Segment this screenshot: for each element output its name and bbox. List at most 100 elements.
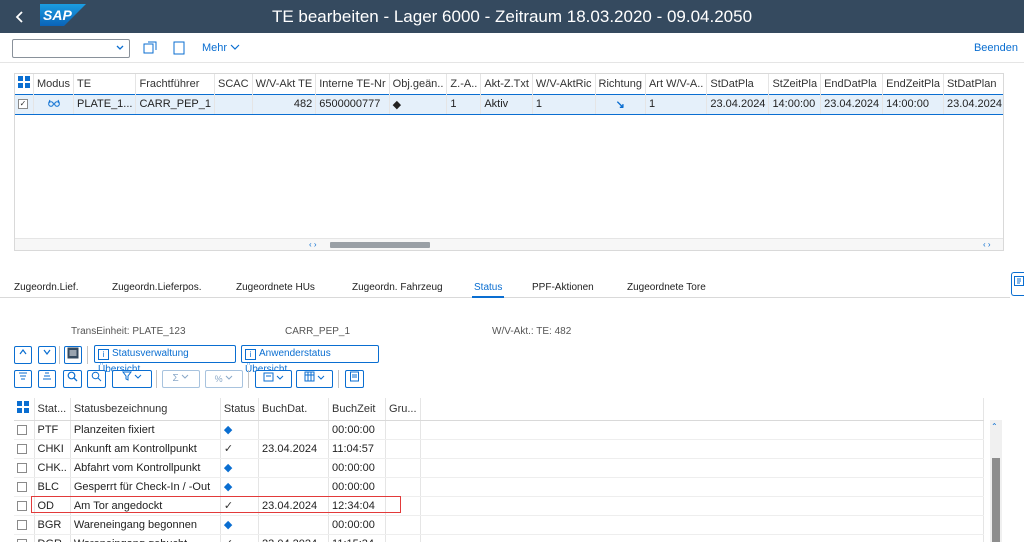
- table-row[interactable]: PTF Planzeiten fixiert ◆ 00:00:00: [14, 420, 984, 440]
- tab-ppf-actions[interactable]: PPF-Aktionen: [532, 282, 594, 293]
- find-next-button[interactable]: [87, 370, 106, 388]
- horizontal-scrollbar[interactable]: ‹ › ‹ ›: [15, 238, 1003, 250]
- chevron-down-icon: [318, 375, 325, 380]
- wv-aktric-cell: 1: [532, 93, 596, 115]
- table-row[interactable]: ✓ PLATE_1... CARR_PEP_1 482 6500000777 ◆…: [15, 93, 1003, 115]
- col-header[interactable]: StDatPlan: [943, 74, 1003, 94]
- table-row[interactable]: CHK.. Abfahrt vom Kontrollpunkt ◆ 00:00:…: [14, 458, 984, 478]
- tab-assigned-doors[interactable]: Zugeordnete Tore: [627, 282, 706, 293]
- col-header[interactable]: W/V-AktRic: [532, 74, 596, 94]
- move-up-button[interactable]: [14, 346, 32, 364]
- back-button[interactable]: [0, 0, 40, 33]
- sort-descending-button[interactable]: [38, 370, 56, 388]
- glasses-icon: [47, 99, 60, 107]
- col-header[interactable]: EndZeitPla: [882, 74, 944, 94]
- row-checkbox[interactable]: ✓: [18, 99, 28, 110]
- col-header[interactable]: Akt-Z.Txt: [480, 74, 533, 94]
- col-header[interactable]: Status: [220, 398, 260, 421]
- side-panel-toggle[interactable]: [1011, 272, 1024, 296]
- page-title: TE bearbeiten - Lager 6000 - Zeitraum 18…: [271, 7, 753, 26]
- col-header[interactable]: EndDatPla: [820, 74, 884, 94]
- row-checkbox[interactable]: [17, 481, 27, 492]
- table-row[interactable]: CHKI Ankunft am Kontrollpunkt ✓ 23.04.20…: [14, 439, 984, 459]
- col-header[interactable]: Stat...: [34, 398, 71, 421]
- tab-assigned-deliveries[interactable]: Zugeordn.Lief.: [14, 282, 79, 293]
- scrollbar-thumb[interactable]: [330, 242, 430, 248]
- tab-status[interactable]: Status: [471, 282, 505, 298]
- find-button[interactable]: [63, 370, 82, 388]
- exit-button[interactable]: Beenden: [974, 42, 1018, 54]
- col-header[interactable]: StZeitPla: [768, 74, 822, 94]
- subtotal-icon: %: [214, 374, 223, 384]
- col-header[interactable]: BuchZeit: [328, 398, 387, 421]
- posting-time-cell: 00:00:00: [328, 420, 387, 440]
- move-down-button[interactable]: [38, 346, 56, 364]
- command-select[interactable]: [12, 39, 130, 58]
- col-header[interactable]: W/V-Akt TE: [252, 74, 317, 94]
- table-row[interactable]: DGR Wareneingang gebucht ✓ 23.04.2024 11…: [14, 534, 984, 542]
- new-document-icon[interactable]: [172, 41, 186, 55]
- sum-button[interactable]: Σ: [162, 370, 200, 388]
- tab-assigned-hus[interactable]: Zugeordnete HUs: [236, 282, 315, 293]
- col-header[interactable]: StDatPla: [706, 74, 770, 94]
- col-header[interactable]: Statusbezeichnung: [70, 398, 221, 421]
- layout-settings-icon[interactable]: [14, 398, 35, 421]
- col-header[interactable]: Modus: [33, 74, 75, 94]
- col-header[interactable]: Frachtführer: [135, 74, 216, 94]
- status-desc-cell: Planzeiten fixiert: [70, 420, 221, 440]
- scroll-up-icon[interactable]: ⌃: [991, 422, 998, 431]
- col-header[interactable]: Obj.geän..: [389, 74, 448, 94]
- row-checkbox[interactable]: [17, 443, 27, 454]
- table-row[interactable]: OD Am Tor angedockt ✓ 23.04.2024 12:34:0…: [14, 496, 984, 516]
- print-preview-button[interactable]: [345, 370, 364, 388]
- te-grid: Modus TE Frachtführer SCAC W/V-Akt TE In…: [15, 74, 1003, 115]
- filter-button[interactable]: [112, 370, 152, 388]
- scroll-arrows-icon[interactable]: ‹ ›: [983, 239, 991, 250]
- details-button[interactable]: [64, 346, 82, 364]
- col-header[interactable]: BuchDat.: [258, 398, 330, 421]
- scroll-arrows-icon[interactable]: ‹ ›: [309, 239, 317, 250]
- subtotal-button[interactable]: %: [205, 370, 243, 388]
- chevron-left-icon: [15, 10, 23, 23]
- col-header[interactable]: SCAC: [214, 74, 253, 94]
- user-status-overview-button[interactable]: iAnwenderstatus Übersicht: [241, 345, 379, 375]
- status-overview-button[interactable]: iStatusverwaltung Übersicht: [94, 345, 236, 375]
- col-header[interactable]: Interne TE-Nr: [315, 74, 390, 94]
- row-checkbox[interactable]: [17, 519, 27, 530]
- document-icon: [350, 371, 359, 382]
- row-checkbox[interactable]: [17, 538, 27, 542]
- row-checkbox[interactable]: [17, 424, 27, 435]
- vertical-scrollbar[interactable]: ⌃: [990, 420, 1002, 542]
- table-row[interactable]: BGR Wareneingang begonnen ◆ 00:00:00: [14, 515, 984, 535]
- col-header[interactable]: Z.-A..: [446, 74, 482, 94]
- posting-time-cell: 00:00:00: [328, 458, 387, 478]
- toolbar-separator: [87, 346, 88, 364]
- export-button[interactable]: [255, 370, 292, 388]
- col-header[interactable]: Gru...: [385, 398, 421, 421]
- col-header[interactable]: Richtung: [595, 74, 646, 94]
- more-button[interactable]: Mehr: [202, 42, 240, 54]
- row-checkbox[interactable]: [17, 462, 27, 473]
- chevron-down-icon: [43, 349, 51, 355]
- col-header[interactable]: TE: [73, 74, 137, 94]
- posting-date-cell: 23.04.2024: [258, 496, 330, 516]
- status-code-cell: BGR: [34, 515, 71, 535]
- posting-time-cell: 11:15:34: [328, 534, 387, 542]
- sort-ascending-button[interactable]: [14, 370, 32, 388]
- info-icon: i: [98, 349, 109, 360]
- display-change-icon[interactable]: [143, 41, 157, 55]
- export-icon: [263, 372, 274, 382]
- col-header[interactable]: Art W/V-A..: [645, 74, 708, 94]
- wv-akt-te-cell: 482: [252, 93, 317, 115]
- scrollbar-thumb[interactable]: [992, 458, 1000, 542]
- akt-z-txt-cell: Aktiv: [480, 93, 533, 115]
- tab-assigned-delivery-items[interactable]: Zugeordn.Lieferpos.: [112, 282, 202, 293]
- row-checkbox[interactable]: [17, 500, 27, 511]
- posting-date-cell: [258, 515, 330, 535]
- table-row[interactable]: BLC Gesperrt für Check-In / -Out ◆ 00:00…: [14, 477, 984, 497]
- te-cell: PLATE_1...: [73, 93, 137, 115]
- layout-button[interactable]: [296, 370, 333, 388]
- layout-settings-icon[interactable]: [15, 74, 34, 94]
- tab-assigned-vehicle[interactable]: Zugeordn. Fahrzeug: [352, 282, 443, 293]
- toolbar-separator: [59, 346, 60, 364]
